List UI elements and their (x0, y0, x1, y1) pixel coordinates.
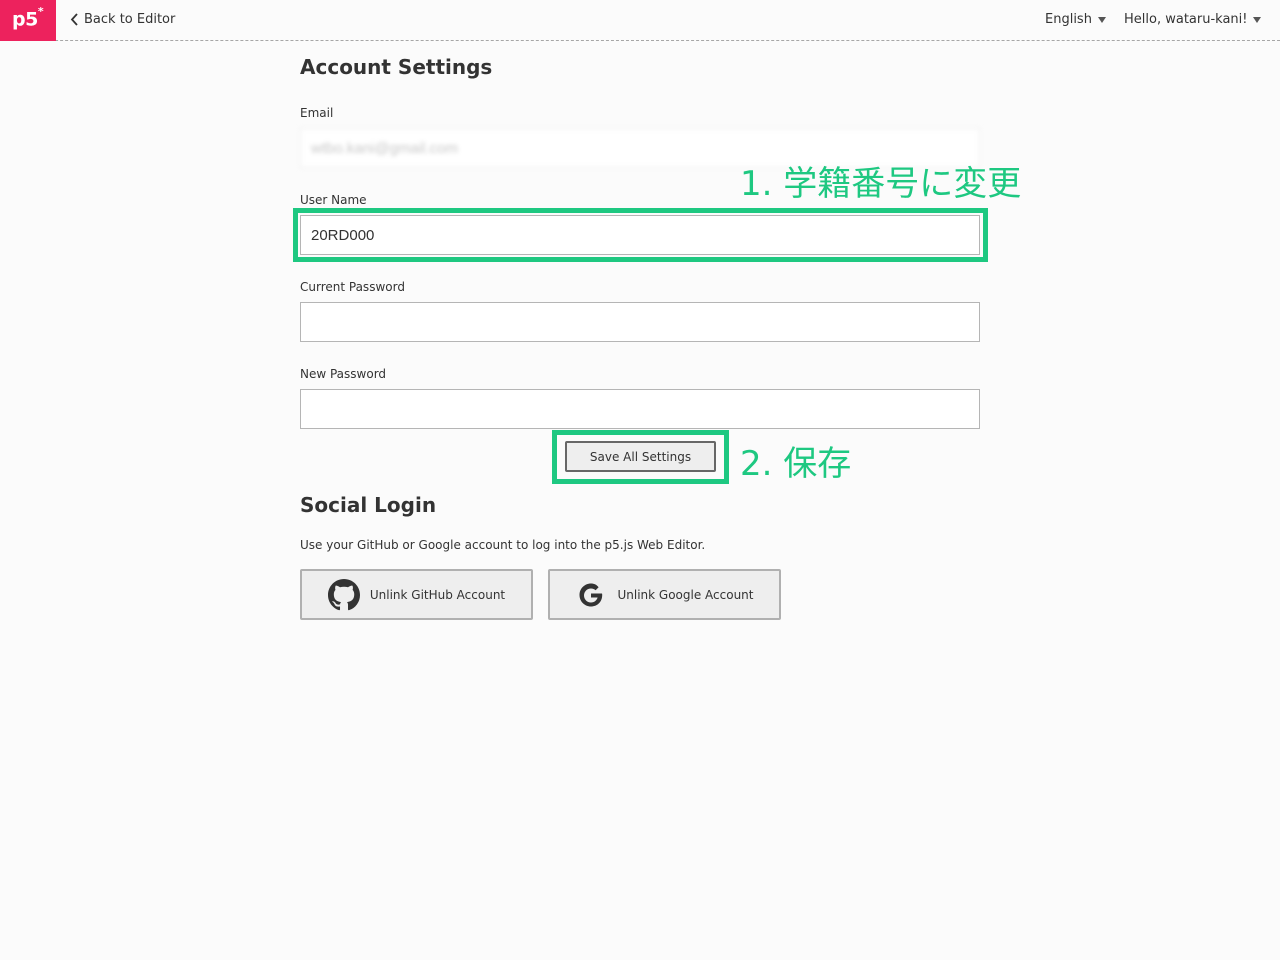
logo-asterisk: * (37, 5, 44, 18)
github-icon (327, 578, 360, 610)
unlink-google-button[interactable]: Unlink Google Account (548, 569, 781, 620)
chevron-left-icon (70, 13, 78, 26)
social-login-description: Use your GitHub or Google account to log… (300, 538, 706, 552)
google-icon (579, 583, 603, 606)
unlink-google-label: Unlink Google Account (617, 587, 754, 602)
save-all-settings-button[interactable]: Save All Settings (565, 441, 716, 472)
new-password-field[interactable] (300, 389, 980, 429)
username-label: User Name (300, 193, 367, 207)
caret-down-icon (1097, 16, 1106, 23)
annotation-step-2: 2. 保存 (740, 444, 852, 484)
new-password-label: New Password (300, 367, 387, 381)
back-link-label: Back to Editor (84, 12, 176, 27)
current-password-field[interactable] (300, 302, 980, 342)
username-field[interactable] (300, 215, 980, 255)
current-password-label: Current Password (300, 280, 405, 294)
social-login-title: Social Login (300, 493, 437, 517)
back-to-editor-link[interactable]: Back to Editor (70, 12, 175, 27)
user-menu-dropdown[interactable]: Hello, wataru-kani! (1124, 12, 1262, 27)
p5-logo[interactable]: p5* (0, 0, 56, 41)
top-nav: p5* Back to Editor English Hello, wataru… (0, 0, 1280, 41)
unlink-github-button[interactable]: Unlink GitHub Account (300, 569, 533, 620)
language-label: English (1045, 12, 1092, 27)
account-settings-title: Account Settings (300, 55, 493, 79)
logo-text: p5 (12, 8, 38, 31)
user-menu-label: Hello, wataru-kani! (1124, 12, 1248, 27)
caret-down-icon (1253, 16, 1262, 23)
unlink-github-label: Unlink GitHub Account (369, 587, 506, 602)
annotation-step-1: 1. 学籍番号に変更 (740, 164, 1022, 204)
email-label: Email (300, 106, 334, 120)
language-dropdown[interactable]: English (1045, 12, 1106, 27)
